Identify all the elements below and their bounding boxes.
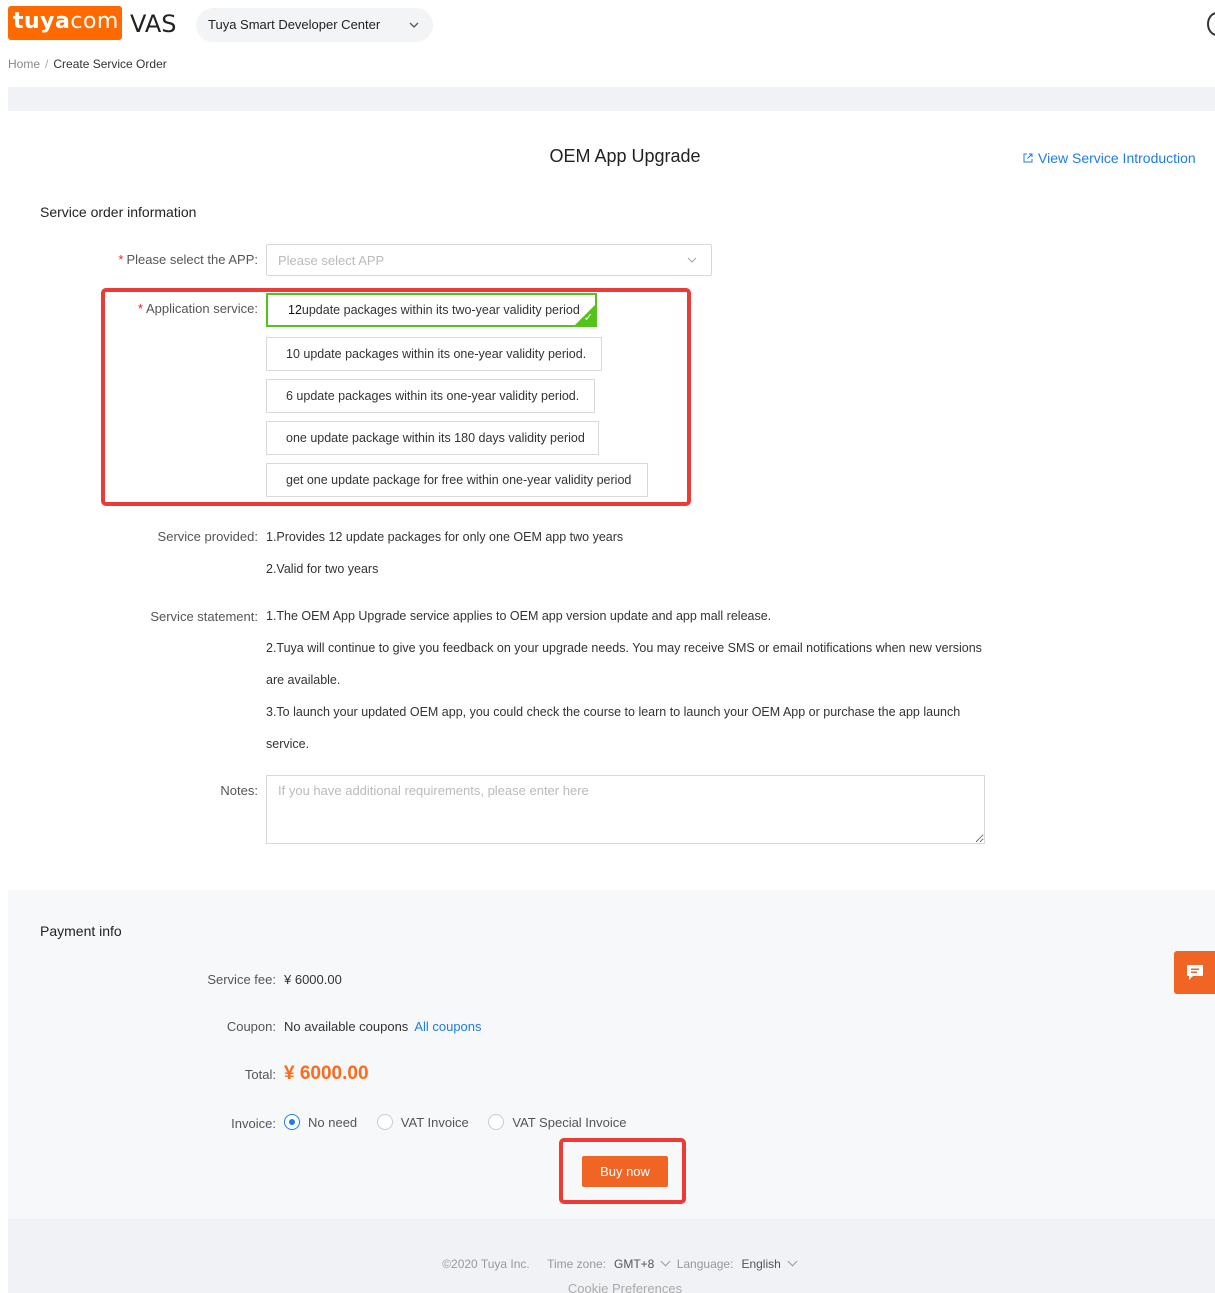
breadcrumb-current: Create Service Order [53,57,167,71]
chevron-down-icon [660,1256,671,1267]
view-service-introduction-link[interactable]: View Service Introduction [1022,150,1196,166]
breadcrumb: Home / Create Service Order [8,57,167,71]
service-option-free-package[interactable]: get one update package for free within o… [266,463,648,497]
buy-now-button[interactable]: Buy now [582,1156,668,1187]
footer: ©2020 Tuya Inc. Time zone: GMT+8 Language… [0,1256,1215,1271]
invoice-label: Invoice: [231,1116,276,1131]
developer-center-label: Tuya Smart Developer Center [208,17,381,32]
invoice-radio-group: No need VAT Invoice VAT Special Invoice [284,1114,643,1130]
timezone-label: Time zone: [547,1257,607,1271]
top-header: tuyacom VAS Tuya Smart Developer Center [0,0,1215,50]
service-option-6-packages[interactable]: 6 update packages within its one-year va… [266,379,595,413]
invoice-option-vat[interactable]: VAT Invoice [376,1114,469,1130]
user-avatar[interactable] [1207,12,1215,36]
view-intro-label: View Service Introduction [1038,150,1196,166]
radio-unselected[interactable] [376,1114,393,1130]
notes-label: Notes: [220,783,258,798]
provided-line-1: 1.Provides 12 update packages for only o… [266,530,624,544]
app-select[interactable]: Please select APP [266,244,712,276]
checkmark-icon: ✓ [583,312,593,324]
chevron-down-icon [787,1256,798,1267]
invoice-option-no-need[interactable]: No need [284,1114,357,1130]
all-coupons-link[interactable]: All coupons [414,1019,481,1034]
language-select[interactable]: English [741,1257,780,1271]
order-section-title: Service order information [40,204,197,220]
product-name: VAS [130,10,177,38]
language-label: Language: [676,1257,734,1271]
provided-line-2: 2.Valid for two years [266,562,379,576]
chat-icon [1187,965,1203,980]
breadcrumb-separator: / [45,57,49,71]
logo-text: tuyacom [13,9,119,34]
cookie-preferences-link[interactable]: Cookie Preferences [0,1281,1215,1293]
service-statement-label: Service statement: [150,609,258,624]
radio-unselected[interactable] [488,1114,505,1130]
statement-line-5: service. [266,737,310,751]
service-option-10-packages[interactable]: 10 update packages within its one-year v… [266,337,602,371]
total-value: ¥ 6000.00 [284,1063,369,1084]
chat-support-button[interactable] [1174,951,1215,994]
statement-line-2: 2.Tuya will continue to give you feedbac… [266,641,982,655]
invoice-option-vat-special[interactable]: VAT Special Invoice [488,1114,627,1130]
service-option-12-packages[interactable]: 12update packages within its two-year va… [266,293,597,327]
payment-section-title: Payment info [40,923,122,939]
external-link-icon [1023,153,1033,163]
service-fee-value: ¥ 6000.00 [284,972,342,987]
chevron-down-icon [687,257,697,263]
timezone-select[interactable]: GMT+8 [614,1257,654,1271]
coupon-label: Coupon: [226,1019,276,1034]
service-fee-label: Service fee: [207,972,276,987]
notes-textarea[interactable] [266,775,985,844]
developer-center-select[interactable]: Tuya Smart Developer Center [196,8,433,42]
service-provided-label: Service provided: [157,529,258,544]
statement-line-1: 1.The OEM App Upgrade service applies to… [266,609,772,623]
service-option-180-days[interactable]: one update package within its 180 days v… [266,421,599,455]
radio-selected[interactable] [284,1114,300,1130]
app-label: * Please select the APP: [118,252,258,267]
app-select-placeholder: Please select APP [278,253,385,268]
breadcrumb-home[interactable]: Home [8,57,40,71]
coupon-row: No available coupons All coupons [284,1019,482,1034]
chevron-down-icon [409,22,419,28]
coupon-value: No available coupons [284,1019,409,1034]
tuya-logo[interactable]: tuyacom [8,6,122,40]
statement-line-3: are available. [266,673,341,687]
total-label: Total: [244,1067,276,1082]
copyright: ©2020 Tuya Inc. [442,1257,530,1271]
statement-line-4: 3.To launch your updated OEM app, you co… [266,705,961,719]
